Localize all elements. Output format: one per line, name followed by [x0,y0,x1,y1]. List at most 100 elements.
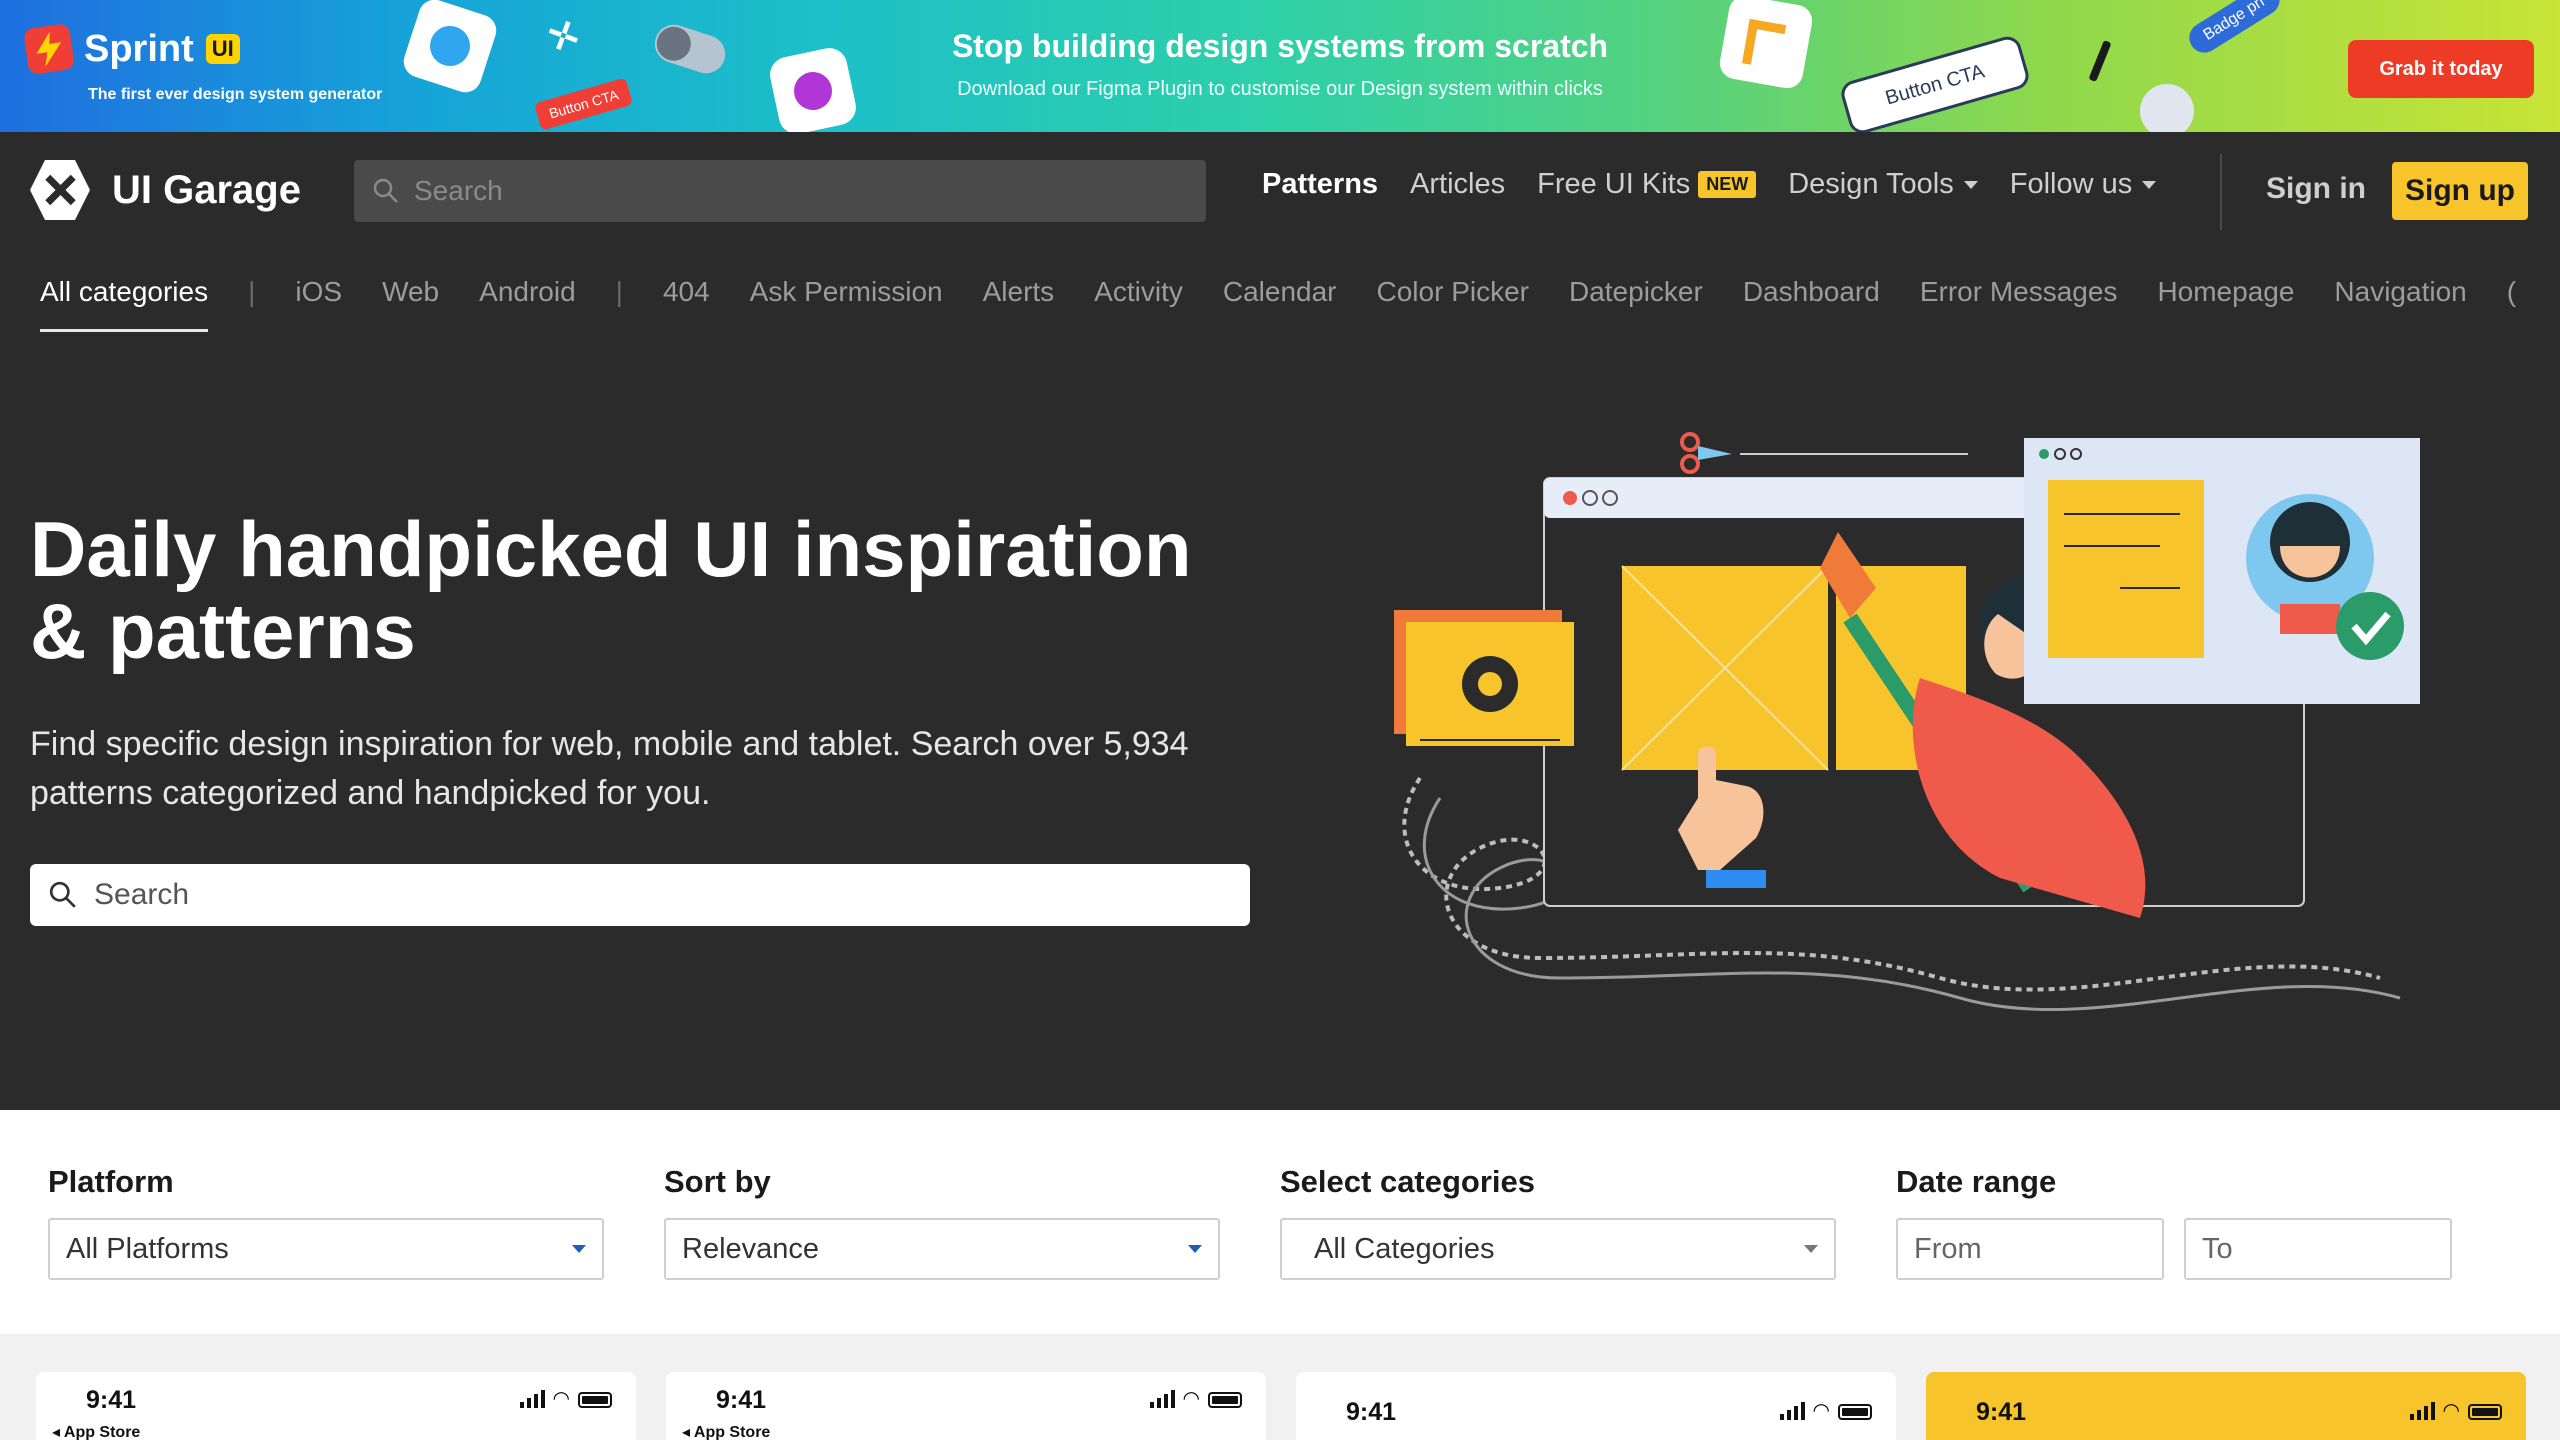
nav-articles[interactable]: Articles [1410,168,1505,201]
pattern-card[interactable]: 9:41 ◂ App Store ◠ [666,1372,1266,1440]
nav-articles-label: Articles [1410,168,1506,200]
status-bar-icons: ◠ [1779,1400,1872,1422]
main-nav: Patterns Articles Free UI Kits NEW Desig… [1262,168,2157,201]
nav-free-ui-kits-label: Free UI Kits [1537,168,1691,200]
category-alerts[interactable]: Alerts [983,270,1055,314]
category-ask-permission[interactable]: Ask Permission [750,270,943,314]
date-to-input[interactable]: To [2184,1218,2452,1280]
search-icon [49,881,76,908]
chevron-down-icon [2142,180,2157,189]
battery-icon [1838,1404,1872,1420]
status-bar-time: 9:41 [86,1386,137,1414]
decorative-button-cta-label: Button CTA [1882,59,1987,110]
hero-title: Daily handpicked UI inspiration & patter… [30,508,1310,672]
signal-icon [519,1390,545,1408]
header-search-input[interactable] [414,175,1174,207]
category-web[interactable]: Web [382,270,439,314]
category-error-messages[interactable]: Error Messages [1920,270,2118,314]
chevron-down-icon [1188,1245,1202,1253]
date-from-input[interactable]: From [1896,1218,2164,1280]
back-to-app-store: ◂ App Store [52,1424,141,1440]
battery-icon [1208,1392,1242,1408]
category-404[interactable]: 404 [663,270,710,314]
category-android[interactable]: Android [479,270,576,314]
wifi-icon: ◠ [552,1388,570,1410]
categories-filter: Select categories All Categories [1280,1164,1836,1280]
battery-icon [578,1392,612,1408]
category-activity[interactable]: Activity [1094,270,1183,314]
status-bar-time: 9:41 [1346,1398,1397,1426]
categories-select-value: All Categories [1314,1232,1495,1265]
status-bar-time: 9:41 [716,1386,767,1414]
home-bubble-icon [2140,84,2194,132]
category-separator: | [248,276,256,307]
signal-icon [1149,1390,1175,1408]
banner-title: Stop building design systems from scratc… [951,28,1609,64]
sort-select[interactable]: Relevance [664,1218,1220,1280]
wifi-icon: ◠ [1812,1400,1830,1422]
chevron-down-icon [1804,1245,1818,1253]
platform-select[interactable]: All Platforms [48,1218,604,1280]
nav-design-tools-label: Design Tools [1788,168,1954,200]
pattern-card[interactable]: 9:41 ◠ [1296,1372,1896,1440]
platform-select-value: All Platforms [66,1232,229,1265]
status-bar-icons: ◠ [2409,1400,2502,1422]
back-to-app-store: ◂ App Store [682,1424,771,1440]
categories-select[interactable]: All Categories [1280,1218,1836,1280]
category-calendar[interactable]: Calendar [1223,270,1337,314]
sign-in-link[interactable]: Sign in [2266,172,2366,206]
nav-design-tools[interactable]: Design Tools [1788,168,1978,201]
site-logo[interactable]: UI Garage [30,160,301,220]
signal-icon [2409,1402,2435,1420]
category-all[interactable]: All categories [40,270,209,332]
status-bar-icons: ◠ [519,1388,612,1410]
hero-search[interactable] [30,864,1250,926]
search-icon [373,178,398,203]
new-badge: NEW [1698,171,1757,198]
nav-patterns-label: Patterns [1262,168,1379,200]
category-datepicker[interactable]: Datepicker [1569,270,1703,314]
date-to-placeholder: To [2202,1232,2233,1265]
promo-banner[interactable]: Sprint UI The first ever design system g… [0,0,2560,132]
hero-description-line-1: Find specific design inspiration for web… [30,725,1189,763]
header-search[interactable] [354,160,1206,222]
nav-free-ui-kits[interactable]: Free UI Kits NEW [1537,168,1757,201]
grab-it-today-button[interactable]: Grab it today [2348,40,2534,98]
wifi-icon: ◠ [1182,1388,1200,1410]
site-header: UI Garage Patterns Articles Free UI Kits… [0,132,2560,252]
category-overflow[interactable]: ( [2507,270,2516,314]
status-bar-icons: ◠ [1149,1388,1242,1410]
hero-search-input[interactable] [94,878,1214,912]
category-color-picker[interactable]: Color Picker [1377,270,1529,314]
date-from-placeholder: From [1914,1232,1982,1265]
date-range-label: Date range [1896,1164,2057,1199]
category-dashboard[interactable]: Dashboard [1743,270,1880,314]
ui-garage-logo-icon [30,160,90,220]
nav-follow-us-label: Follow us [2009,168,2133,200]
pattern-grid: 9:41 ◂ App Store ◠ 9:41 ◂ App Store ◠ 9:… [0,1336,2560,1440]
platform-filter: Platform All Platforms [48,1164,604,1280]
category-separator: | [615,276,623,307]
category-ios[interactable]: iOS [295,270,342,314]
category-bar: All categories | iOS Web Android | 404 A… [0,252,2560,332]
logo-text: UI Garage [112,167,301,212]
category-homepage[interactable]: Homepage [2157,270,2294,314]
category-navigation[interactable]: Navigation [2334,270,2466,314]
pattern-card[interactable]: 9:41 ◠ [1926,1372,2526,1440]
date-range-inputs: From To [1896,1218,2452,1280]
nav-patterns[interactable]: Patterns [1262,168,1378,201]
nav-follow-us[interactable]: Follow us [2010,168,2157,201]
hero-title-line-1: Daily handpicked UI inspiration [30,505,1192,593]
wifi-icon: ◠ [2442,1400,2460,1422]
date-range-filter: Date range From To [1896,1164,2452,1280]
hero-illustration [1394,432,2420,1011]
status-bar-time: 9:41 [1976,1398,2027,1426]
signal-icon [1779,1402,1805,1420]
platform-label: Platform [48,1164,174,1199]
sort-select-value: Relevance [682,1232,820,1265]
filter-bar: Platform All Platforms Sort by Relevance… [0,1110,2560,1336]
hero-description-line-2: patterns categorized and handpicked for … [30,774,711,812]
hero-section: Daily handpicked UI inspiration & patter… [0,332,2560,1110]
pattern-card[interactable]: 9:41 ◂ App Store ◠ [36,1372,636,1440]
sign-up-button[interactable]: Sign up [2392,162,2528,220]
